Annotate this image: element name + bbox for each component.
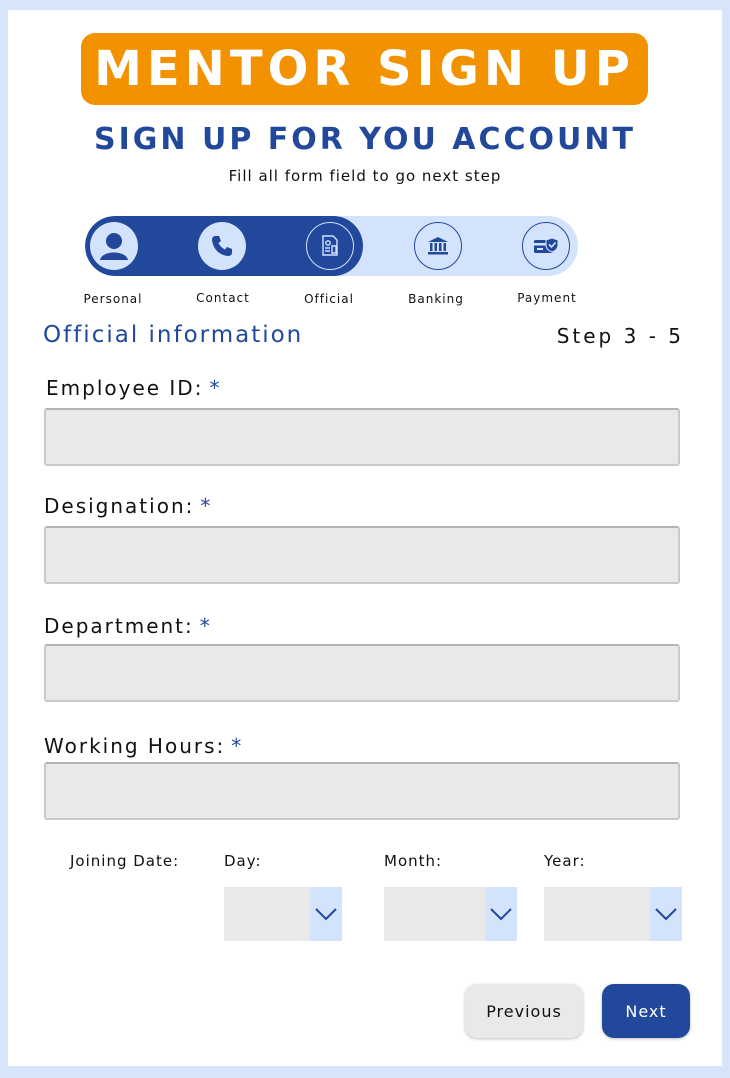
joining-date-label: Joining Date:	[70, 852, 180, 870]
designation-field[interactable]	[44, 526, 680, 584]
year-dropdown-toggle[interactable]	[650, 887, 682, 941]
document-icon	[322, 235, 338, 256]
section-title: Official information	[43, 322, 304, 348]
user-icon	[100, 233, 128, 260]
chevron-down-icon	[655, 908, 677, 921]
step-personal[interactable]	[90, 222, 138, 270]
working-hours-label: Working Hours: *	[44, 734, 244, 758]
step-label-official: Official	[304, 292, 354, 306]
step-official[interactable]	[306, 222, 354, 270]
month-dropdown-toggle[interactable]	[485, 887, 517, 941]
card-check-icon	[534, 237, 559, 253]
year-select[interactable]	[544, 887, 682, 941]
phone-icon	[212, 236, 232, 256]
page-banner: MENTOR SIGN UP	[81, 33, 648, 105]
department-field[interactable]	[44, 644, 680, 702]
employee-id-label: Employee ID: *	[46, 376, 222, 400]
step-label-personal: Personal	[83, 292, 143, 306]
step-label-payment: Payment	[517, 291, 577, 305]
step-label-banking: Banking	[408, 292, 464, 306]
day-dropdown-toggle[interactable]	[310, 887, 342, 941]
form-hint: Fill all form field to go next step	[228, 167, 502, 185]
step-label-contact: Contact	[196, 291, 250, 305]
required-marker: *	[200, 494, 213, 518]
next-button[interactable]: Next	[602, 984, 690, 1038]
working-hours-field[interactable]	[44, 762, 680, 820]
required-marker: *	[199, 614, 212, 638]
required-marker: *	[231, 734, 244, 758]
designation-label: Designation: *	[44, 494, 213, 518]
page-subtitle: SIGN UP FOR YOU ACCOUNT	[94, 122, 636, 157]
month-select[interactable]	[384, 887, 517, 941]
employee-id-field[interactable]	[44, 408, 680, 466]
step-payment[interactable]	[522, 222, 570, 270]
step-banking[interactable]	[414, 222, 462, 270]
day-label: Day:	[224, 852, 262, 870]
day-select[interactable]	[224, 887, 342, 941]
bank-icon	[428, 237, 448, 255]
signup-card: MENTOR SIGN UP SIGN UP FOR YOU ACCOUNT F…	[8, 10, 722, 1066]
month-label: Month:	[384, 852, 443, 870]
department-label: Department: *	[44, 614, 212, 638]
step-contact[interactable]	[198, 222, 246, 270]
previous-button[interactable]: Previous	[465, 984, 583, 1038]
required-marker: *	[209, 376, 222, 400]
chevron-down-icon	[315, 908, 337, 921]
chevron-down-icon	[490, 908, 512, 921]
year-label: Year:	[544, 852, 586, 870]
progress-stepper	[85, 216, 578, 276]
step-indicator: Step 3 - 5	[556, 324, 684, 348]
